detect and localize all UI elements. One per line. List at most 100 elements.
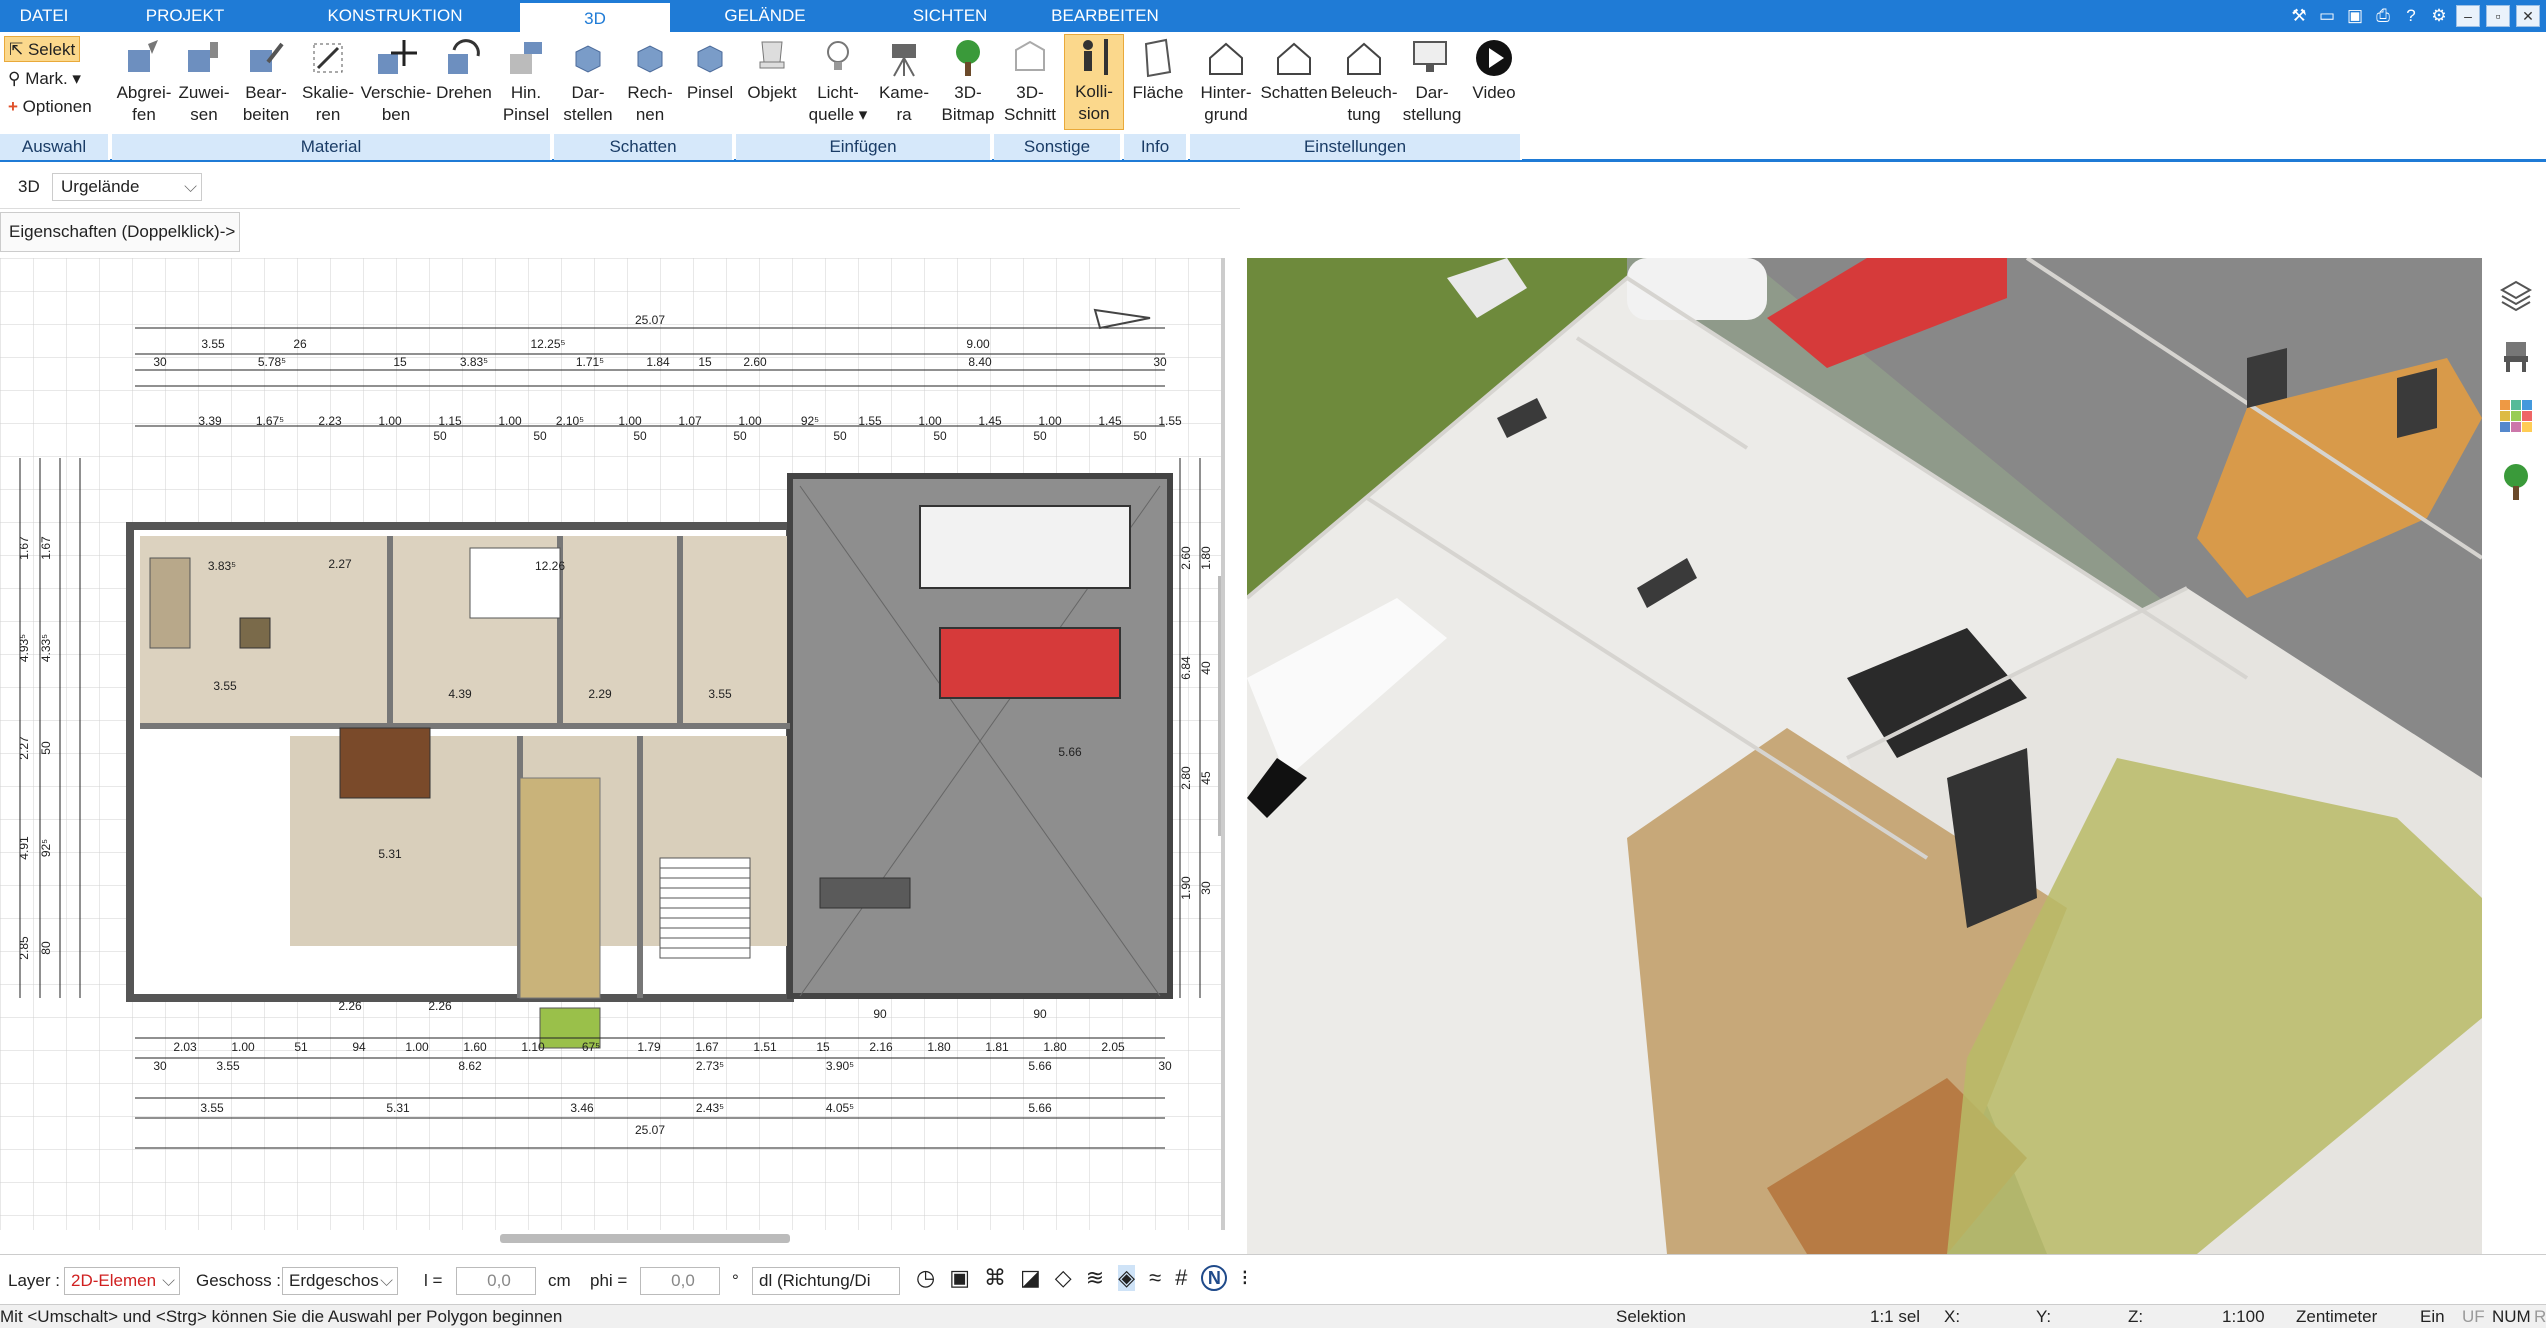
tab-sichten[interactable]: SICHTEN (880, 0, 1020, 32)
darstellung-button[interactable]: Dar-stellung (1400, 36, 1464, 126)
cube-icon[interactable]: ◪ (1020, 1265, 1041, 1291)
floor-plan-drawing[interactable]: 25.07 3.55 26 12.25⁵ 9.00 30 5.78⁵ 15 3.83⁵ 1.71⁵… (0, 258, 1225, 1230)
schatten-rechnen-button[interactable]: Rech-nen (620, 36, 680, 126)
dimension-label: 1.84 (646, 355, 670, 369)
button-label: Hinter- (1200, 83, 1252, 102)
status-mode: Selektion (1616, 1307, 1686, 1326)
minimize-button[interactable]: – (2456, 5, 2480, 27)
plus-icon: + (8, 97, 23, 116)
dimension-label: 3.55 (708, 687, 732, 701)
lichtquelle-icon (827, 41, 849, 70)
group-sonstige: Kolli-sion 3D- Schnitt Sonstige (994, 32, 1124, 162)
objekt-button[interactable]: Objekt (740, 36, 804, 104)
dimension-label: 15 (816, 1040, 830, 1054)
dimension-label: 3.55 (200, 1101, 224, 1115)
terrain-icon[interactable]: ≈ (1149, 1265, 1161, 1291)
abgreifen-button[interactable]: Abgrei-fen (116, 36, 172, 126)
properties-hint[interactable]: Eigenschaften (Doppelklick)-> (0, 212, 240, 252)
schatten-darstellen-button[interactable]: Dar-stellen (558, 36, 618, 126)
grid-icon[interactable]: # (1175, 1265, 1187, 1291)
camera-icon[interactable]: ⌘ (984, 1265, 1006, 1291)
kollision-icon (1083, 39, 1108, 75)
phi-input[interactable]: 0,0 (640, 1267, 720, 1295)
3d-view[interactable] (1247, 258, 2482, 1254)
eraser-icon[interactable]: ◇ (1055, 1265, 1072, 1291)
select-button[interactable]: ⇱ Selekt (4, 36, 81, 62)
dimension-label: 8.62 (458, 1059, 482, 1073)
save-icon[interactable]: ▣ (2344, 5, 2366, 27)
table (239, 617, 271, 649)
tab-bearbeiten[interactable]: BEARBEITEN (1040, 0, 1170, 32)
tab-datei[interactable]: DATEI (0, 0, 88, 32)
lichtquelle-button[interactable]: Licht-quelle ▾ (806, 36, 870, 126)
car-white (1627, 258, 1767, 320)
dimension-label: 2.05 (1101, 1040, 1125, 1054)
verschieben-button[interactable]: Verschie-ben (360, 36, 432, 126)
flaeche-button[interactable]: Fläche (1128, 36, 1188, 104)
hin-pinsel-button[interactable]: Hin. Pinsel (496, 36, 556, 126)
schatten-pinsel-button[interactable]: Pinsel (682, 36, 738, 104)
skalieren-button[interactable]: Skalie-ren (298, 36, 358, 126)
tab-konstruktion[interactable]: KONSTRUKTION (300, 0, 490, 32)
dimension-label: 50 (533, 429, 547, 443)
status-scale-sel: 1:1 sel (1870, 1307, 1921, 1326)
floor-plan-view[interactable]: 25.07 3.55 26 12.25⁵ 9.00 30 5.78⁵ 15 3.83⁵ 1.71⁵… (0, 258, 1225, 1230)
beleuchtung-icon (1347, 42, 1381, 75)
settings-icon[interactable]: ⚙ (2428, 5, 2450, 27)
status-unit: Zentimeter (2296, 1307, 2378, 1326)
button-label: Schatten (1260, 83, 1328, 102)
tab-gelaende[interactable]: GELÄNDE (700, 0, 830, 32)
chair-icon[interactable] (2498, 338, 2534, 374)
options-button[interactable]: + Optionen (4, 94, 96, 120)
tab-projekt[interactable]: PROJEKT (120, 0, 250, 32)
dimension-label-vertical: 30 (1199, 881, 1213, 895)
monitor-icon[interactable]: ▣ (949, 1265, 970, 1291)
folder-icon[interactable]: ▭ (2316, 5, 2338, 27)
kollision-button[interactable]: Kolli-sion (1064, 34, 1124, 130)
schatten-einstellung-button[interactable]: Schatten (1260, 36, 1328, 104)
drehen-button[interactable]: Drehen (434, 36, 494, 104)
video-button[interactable]: Video (1466, 36, 1522, 104)
vertical-scrollbar[interactable] (1218, 576, 1221, 836)
hintergrund-button[interactable]: Hinter-grund (1194, 36, 1258, 126)
group-label-material: Material (112, 134, 552, 160)
cursor-icon: ⇱ (9, 40, 28, 59)
layers-icon[interactable] (2498, 278, 2534, 314)
direction-select[interactable]: dl (Richtung/Di (752, 1267, 900, 1295)
north-icon[interactable]: N (1201, 1265, 1228, 1291)
floor-icon[interactable]: ◈ (1118, 1265, 1136, 1291)
bearbeiten-button[interactable]: Bear-beiten (236, 36, 296, 126)
group-label-einfuegen: Einfügen (736, 134, 992, 160)
l-input[interactable]: 0,0 (456, 1267, 536, 1295)
kamera-button[interactable]: Kame-ra (872, 36, 936, 126)
dimension-label: 3.90⁵ (826, 1059, 854, 1073)
print-icon[interactable]: ⎙ (2372, 5, 2394, 27)
terrain-value: Urgelände (61, 177, 140, 196)
clock-icon[interactable]: ◷ (916, 1265, 935, 1291)
horizontal-scrollbar[interactable] (500, 1234, 790, 1243)
restore-button[interactable]: ▫ (2486, 5, 2510, 27)
schatten-pinsel-icon (697, 45, 723, 73)
ribbon-tab-bar: DATEI PROJEKT KONSTRUKTION 3D GELÄNDE SI… (0, 0, 2546, 32)
more-icon[interactable]: ⁝ (1241, 1265, 1248, 1291)
zuweisen-button[interactable]: Zuwei-sen (174, 36, 234, 126)
tools-icon[interactable]: ⚒ (2288, 5, 2310, 27)
dimension-label: 51 (294, 1040, 308, 1054)
beleuchtung-button[interactable]: Beleuch-tung (1330, 36, 1398, 126)
button-label: Rech- (627, 83, 673, 102)
tree-icon[interactable] (2498, 462, 2534, 502)
tab-3d[interactable]: 3D (520, 0, 670, 32)
3d-bitmap-button[interactable]: 3D- Bitmap (938, 36, 998, 126)
materials-icon[interactable] (2498, 398, 2534, 434)
help-icon[interactable]: ? (2400, 5, 2422, 27)
group-label-sonstige: Sonstige (994, 134, 1122, 160)
layer-select[interactable]: 2D-Elemen ⌵ (64, 1267, 180, 1295)
geschoss-select[interactable]: Erdgeschos ⌵ (282, 1267, 398, 1295)
walls-icon[interactable]: ≋ (1086, 1265, 1104, 1291)
3d-scene[interactable] (1247, 258, 2482, 1254)
terrain-select[interactable]: Urgelände ⌵ (52, 173, 202, 201)
close-button[interactable]: ✕ (2516, 5, 2540, 27)
mark-button[interactable]: ⚲ Mark. ▾ (4, 66, 85, 92)
dining-table (339, 727, 431, 799)
3d-schnitt-button[interactable]: 3D- Schnitt (998, 36, 1062, 126)
